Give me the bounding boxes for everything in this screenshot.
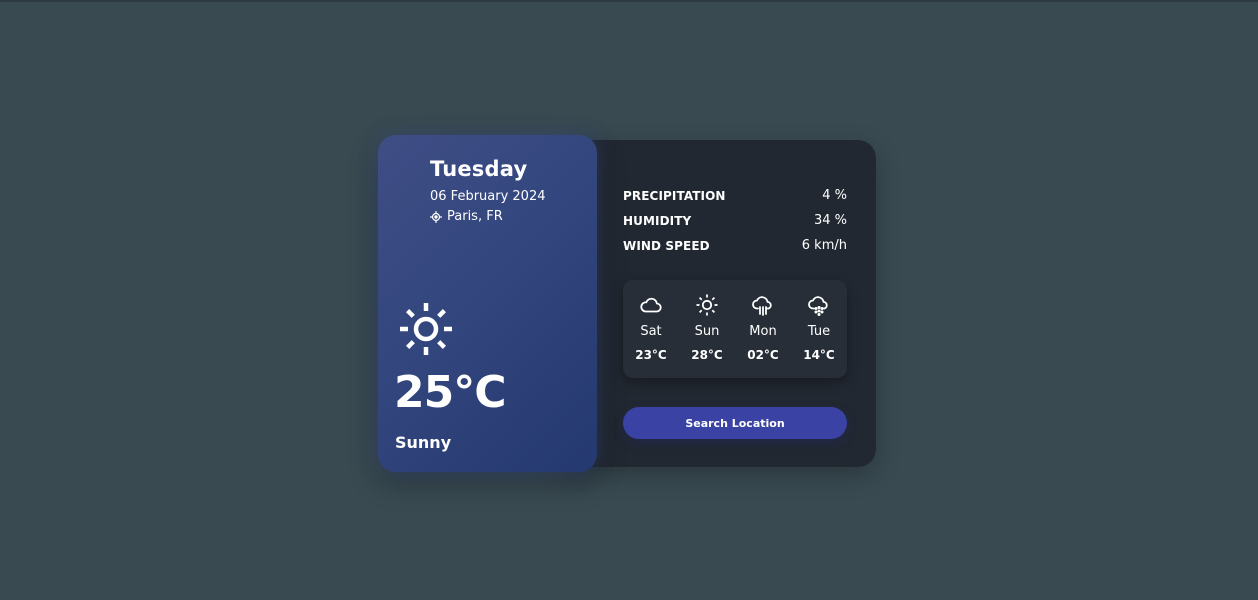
forecast-day: Tue (807, 324, 831, 339)
forecast-list: Sat 23°C Sun 28°C Mon 02°C Tue 14°C (623, 280, 847, 378)
forecast-day: Mon (749, 324, 777, 339)
forecast-item-sun[interactable]: Sun 28°C (679, 280, 735, 378)
current-temperature: 25°C (394, 367, 507, 418)
forecast-day: Sat (640, 324, 662, 339)
day-name: Tuesday (430, 157, 528, 181)
stat-precipitation: PRECIPITATION 4 % (623, 183, 847, 208)
snow-cloud-icon (808, 296, 828, 316)
stat-value: 34 % (813, 213, 847, 228)
forecast-temp: 23°C (635, 348, 667, 362)
cloud-icon (640, 297, 662, 313)
forecast-item-mon[interactable]: Mon 02°C (735, 280, 791, 378)
stat-humidity: HUMIDITY 34 % (623, 208, 847, 233)
weather-condition: Sunny (395, 433, 452, 452)
sun-icon (696, 294, 718, 316)
rain-cloud-icon (752, 296, 772, 316)
stat-value: 4 % (822, 188, 847, 203)
date-text: 06 February 2024 (430, 189, 546, 204)
search-location-button[interactable]: Search Location (623, 407, 847, 439)
forecast-temp: 02°C (747, 348, 779, 362)
weather-stats: PRECIPITATION 4 % HUMIDITY 34 % WIND SPE… (623, 183, 847, 258)
sun-icon (400, 303, 452, 355)
forecast-temp: 28°C (691, 348, 723, 362)
location: Paris, FR (430, 209, 503, 224)
stat-label: HUMIDITY (623, 213, 692, 228)
stat-label: PRECIPITATION (623, 188, 726, 203)
forecast-item-tue[interactable]: Tue 14°C (791, 280, 847, 378)
today-card: Tuesday 06 February 2024 Paris, FR 25°C … (378, 135, 597, 472)
stat-wind-speed: WIND SPEED 6 km/h (623, 233, 847, 258)
forecast-item-sat[interactable]: Sat 23°C (623, 280, 679, 378)
location-label: Paris, FR (447, 209, 503, 224)
weather-widget: Tuesday 06 February 2024 Paris, FR 25°C … (378, 135, 876, 472)
stat-value: 6 km/h (801, 238, 847, 253)
forecast-day: Sun (694, 324, 720, 339)
location-icon (430, 210, 442, 223)
forecast-temp: 14°C (803, 348, 835, 362)
stat-label: WIND SPEED (623, 238, 710, 253)
